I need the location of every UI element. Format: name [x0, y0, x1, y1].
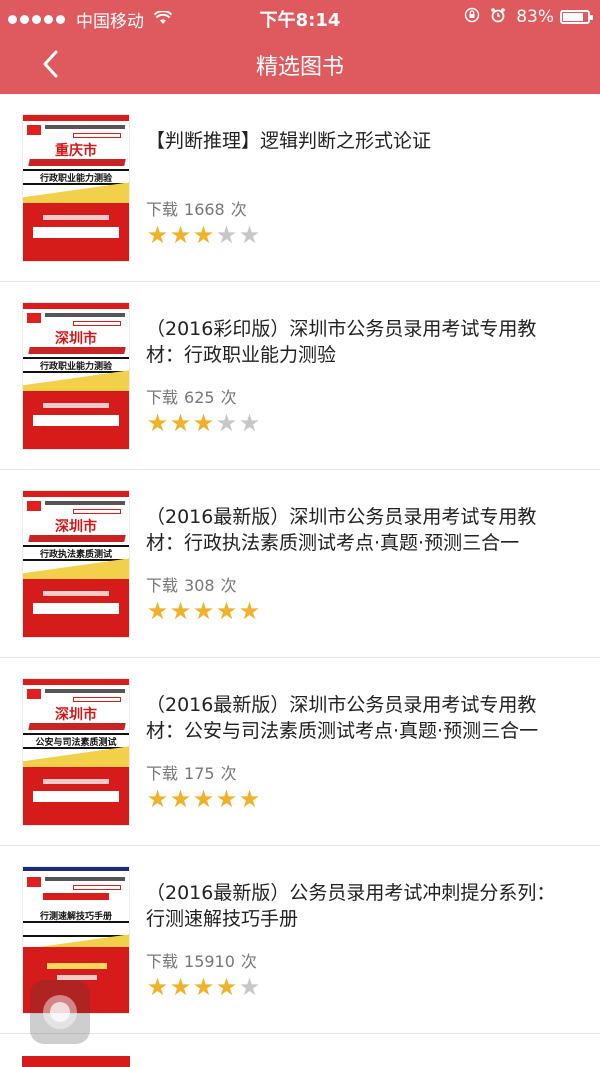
download-count: 下载 308 次 [146, 572, 243, 596]
cover-subtitle: 行测速解技巧手册 [39, 912, 112, 922]
status-right: 83% [464, 7, 593, 27]
star-rating: ★ ★ ★ ★ ★ [146, 786, 261, 812]
star-filled-icon: ★ [169, 785, 192, 813]
download-label: 下载 [146, 764, 179, 783]
book-list-item[interactable]: 重庆市 行政职业能力测验 【判断推理】逻辑判断之形式论证 下载 1668 次 ★ ★ ★ ★ ★ [0, 94, 600, 282]
star-filled-icon: ★ [169, 597, 192, 625]
star-filled-icon: ★ [192, 221, 215, 249]
book-cover-image: 深圳市 公安与司法素质测试 [22, 678, 130, 826]
star-empty-icon: ★ [238, 973, 261, 1001]
star-rating: ★ ★ ★ ★ ★ [146, 410, 261, 436]
battery-icon [560, 10, 593, 24]
cover-city: 深圳市 [55, 707, 97, 723]
star-filled-icon: ★ [169, 973, 192, 1001]
star-rating: ★ ★ ★ ★ ★ [146, 598, 261, 624]
star-filled-icon: ★ [215, 785, 238, 813]
download-unit: 次 [220, 388, 237, 407]
cover-city: 深圳市 [55, 519, 97, 535]
book-cover-image: 深圳市 行政执法素质测试 [22, 490, 130, 638]
battery-level [563, 13, 583, 21]
book-list-item[interactable]: 深圳市 行政执法素质测试 （2016最新版）深圳市公务员录用考试专用教材：行政执法素… [0, 470, 600, 658]
star-empty-icon: ★ [238, 221, 261, 249]
star-filled-icon: ★ [146, 973, 169, 1001]
star-filled-icon: ★ [192, 597, 215, 625]
page-title: 精选图书 [255, 55, 344, 80]
book-list-item[interactable]: 深圳市 行政职业能力测验 （2016彩印版）深圳市公务员录用考试专用教材：行政职业能… [0, 282, 600, 470]
star-filled-icon: ★ [146, 221, 169, 249]
star-rating: ★ ★ ★ ★ ★ [146, 974, 261, 1000]
download-unit: 次 [220, 576, 237, 595]
star-rating: ★ ★ ★ ★ ★ [146, 222, 261, 248]
orientation-lock-icon [464, 7, 480, 27]
download-unit: 次 [240, 952, 257, 971]
download-count: 下载 625 次 [146, 384, 243, 408]
book-title[interactable]: （2016最新版）公务员录用考试冲刺提分系列：行测速解技巧手册 [146, 880, 566, 932]
cover-city: 重庆市 [55, 143, 97, 159]
alarm-icon [490, 7, 506, 27]
star-filled-icon: ★ [238, 785, 261, 813]
book-title[interactable]: （2016最新版）深圳市公务员录用考试专用教材：行政执法素质测试考点·真题·预测… [146, 504, 566, 556]
book-list: 重庆市 行政职业能力测验 【判断推理】逻辑判断之形式论证 下载 1668 次 ★ ★ ★ ★ ★ 深圳… [0, 94, 600, 1034]
download-unit: 次 [220, 764, 237, 783]
star-filled-icon: ★ [215, 597, 238, 625]
download-count: 下载 15910 次 [146, 948, 263, 972]
download-unit: 次 [230, 200, 247, 219]
download-label: 下载 [146, 388, 179, 407]
star-empty-icon: ★ [238, 409, 261, 437]
book-title[interactable]: （2016最新版）深圳市公务员录用考试专用教材：公安与司法素质测试考点·真题·预… [146, 692, 566, 744]
next-book-cover-partial [22, 1056, 130, 1067]
download-number: 625 [184, 388, 215, 407]
assistive-touch-icon [43, 995, 77, 1029]
star-filled-icon: ★ [169, 409, 192, 437]
book-title[interactable]: （2016彩印版）深圳市公务员录用考试专用教材：行政职业能力测验 [146, 316, 566, 368]
star-filled-icon: ★ [192, 785, 215, 813]
download-label: 下载 [146, 952, 179, 971]
status-bar: 中国移动 下午8:14 83% [0, 0, 600, 34]
book-cover-image: 重庆市 行政职业能力测验 [22, 114, 130, 262]
download-number: 1668 [184, 200, 225, 219]
download-count: 下载 1668 次 [146, 196, 253, 220]
star-filled-icon: ★ [192, 973, 215, 1001]
star-filled-icon: ★ [169, 221, 192, 249]
download-number: 175 [184, 764, 215, 783]
download-label: 下载 [146, 576, 179, 595]
download-count: 下载 175 次 [146, 760, 243, 784]
download-label: 下载 [146, 200, 179, 219]
download-number: 308 [184, 576, 215, 595]
star-filled-icon: ★ [146, 597, 169, 625]
star-empty-icon: ★ [215, 409, 238, 437]
star-filled-icon: ★ [238, 597, 261, 625]
battery-percent: 83% [516, 7, 554, 27]
book-list-item[interactable]: 行测速解技巧手册 （2016最新版）公务员录用考试冲刺提分系列：行测速解技巧手册下… [0, 846, 600, 1034]
star-filled-icon: ★ [146, 409, 169, 437]
cover-city: 深圳市 [55, 331, 97, 347]
star-filled-icon: ★ [215, 973, 238, 1001]
assistive-touch-button[interactable] [30, 980, 90, 1044]
download-number: 15910 [184, 952, 235, 971]
book-list-item[interactable]: 深圳市 公安与司法素质测试 （2016最新版）深圳市公务员录用考试专用教材：公安与司… [0, 658, 600, 846]
navigation-bar: 精选图书 [0, 34, 600, 94]
star-empty-icon: ★ [215, 221, 238, 249]
book-cover-image: 深圳市 行政职业能力测验 [22, 302, 130, 450]
book-title[interactable]: 【判断推理】逻辑判断之形式论证 [146, 128, 566, 154]
star-filled-icon: ★ [146, 785, 169, 813]
star-filled-icon: ★ [192, 409, 215, 437]
